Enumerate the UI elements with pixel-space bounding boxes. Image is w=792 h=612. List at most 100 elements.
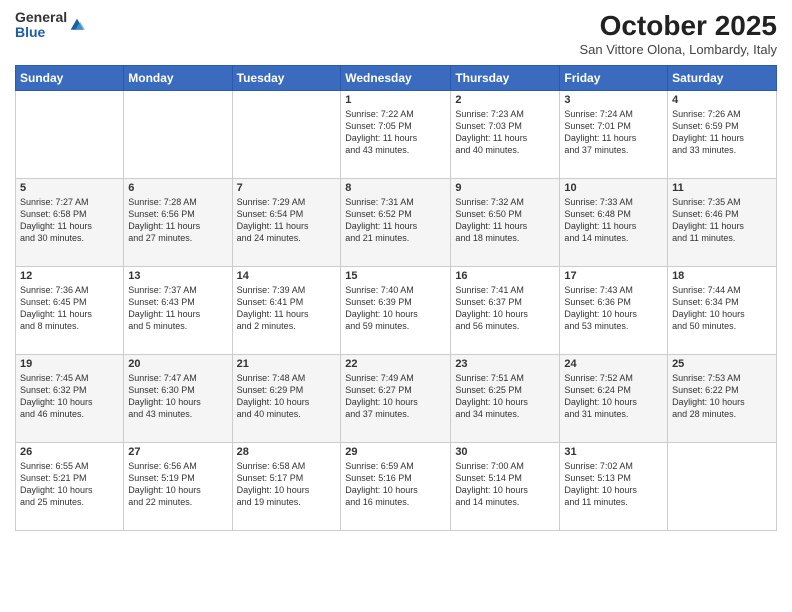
cell-content: Sunrise: 7:52 AM Sunset: 6:24 PM Dayligh… — [564, 372, 663, 421]
day-number: 2 — [455, 94, 555, 106]
cell-content: Sunrise: 7:24 AM Sunset: 7:01 PM Dayligh… — [564, 108, 663, 157]
cell-content: Sunrise: 7:53 AM Sunset: 6:22 PM Dayligh… — [672, 372, 772, 421]
cell-content: Sunrise: 7:40 AM Sunset: 6:39 PM Dayligh… — [345, 284, 446, 333]
col-tuesday: Tuesday — [232, 66, 341, 91]
col-sunday: Sunday — [16, 66, 124, 91]
cell-3-4: 15 Sunrise: 7:40 AM Sunset: 6:39 PM Dayli… — [341, 267, 451, 355]
day-number: 7 — [237, 182, 337, 194]
cell-content: Sunrise: 7:26 AM Sunset: 6:59 PM Dayligh… — [672, 108, 772, 157]
col-saturday: Saturday — [668, 66, 777, 91]
cell-3-5: 16 Sunrise: 7:41 AM Sunset: 6:37 PM Dayli… — [451, 267, 560, 355]
day-number: 14 — [237, 270, 337, 282]
cell-content: Sunrise: 7:36 AM Sunset: 6:45 PM Dayligh… — [20, 284, 119, 333]
day-number: 5 — [20, 182, 119, 194]
day-number: 13 — [128, 270, 227, 282]
cell-content: Sunrise: 7:47 AM Sunset: 6:30 PM Dayligh… — [128, 372, 227, 421]
day-number: 24 — [564, 358, 663, 370]
logo-icon — [69, 17, 85, 33]
logo: General Blue — [15, 10, 85, 41]
cell-1-4: 1Sunrise: 7:22 AM Sunset: 7:05 PM Daylig… — [341, 91, 451, 179]
day-number: 25 — [672, 358, 772, 370]
cell-2-6: 10Sunrise: 7:33 AM Sunset: 6:48 PM Dayli… — [560, 179, 668, 267]
cell-1-2 — [124, 91, 232, 179]
cell-3-2: 13Sunrise: 7:37 AM Sunset: 6:43 PM Dayli… — [124, 267, 232, 355]
cell-content: Sunrise: 7:22 AM Sunset: 7:05 PM Dayligh… — [345, 108, 446, 157]
page: General Blue October 2025 San Vittore Ol… — [0, 0, 792, 612]
cell-1-7: 4 Sunrise: 7:26 AM Sunset: 6:59 PM Daylig… — [668, 91, 777, 179]
day-number: 18 — [672, 270, 772, 282]
header-row: Sunday Monday Tuesday Wednesday Thursday… — [16, 66, 777, 91]
cell-content: Sunrise: 7:31 AM Sunset: 6:52 PM Dayligh… — [345, 196, 446, 245]
cell-3-1: 12 Sunrise: 7:36 AM Sunset: 6:45 PM Dayli… — [16, 267, 124, 355]
cell-2-4: 8Sunrise: 7:31 AM Sunset: 6:52 PM Daylig… — [341, 179, 451, 267]
day-number: 28 — [237, 446, 337, 458]
cell-content: Sunrise: 7:27 AM Sunset: 6:58 PM Dayligh… — [20, 196, 119, 245]
day-number: 21 — [237, 358, 337, 370]
cell-4-2: 20 Sunrise: 7:47 AM Sunset: 6:30 PM Dayli… — [124, 355, 232, 443]
day-number: 3 — [564, 94, 663, 106]
title-section: October 2025 San Vittore Olona, Lombardy… — [579, 10, 777, 57]
cell-content: Sunrise: 7:41 AM Sunset: 6:37 PM Dayligh… — [455, 284, 555, 333]
day-number: 16 — [455, 270, 555, 282]
cell-content: Sunrise: 7:23 AM Sunset: 7:03 PM Dayligh… — [455, 108, 555, 157]
cell-content: Sunrise: 7:43 AM Sunset: 6:36 PM Dayligh… — [564, 284, 663, 333]
col-wednesday: Wednesday — [341, 66, 451, 91]
day-number: 20 — [128, 358, 227, 370]
cell-4-1: 19 Sunrise: 7:45 AM Sunset: 6:32 PM Dayli… — [16, 355, 124, 443]
col-thursday: Thursday — [451, 66, 560, 91]
calendar-table: Sunday Monday Tuesday Wednesday Thursday… — [15, 65, 777, 531]
cell-content: Sunrise: 6:58 AM Sunset: 5:17 PM Dayligh… — [237, 460, 337, 509]
cell-1-1 — [16, 91, 124, 179]
day-number: 26 — [20, 446, 119, 458]
day-number: 4 — [672, 94, 772, 106]
cell-content: Sunrise: 7:45 AM Sunset: 6:32 PM Dayligh… — [20, 372, 119, 421]
logo-blue-text: Blue — [15, 25, 67, 40]
location: San Vittore Olona, Lombardy, Italy — [579, 42, 777, 57]
cell-content: Sunrise: 7:51 AM Sunset: 6:25 PM Dayligh… — [455, 372, 555, 421]
week-row-5: 26 Sunrise: 6:55 AM Sunset: 5:21 PM Dayli… — [16, 443, 777, 531]
col-monday: Monday — [124, 66, 232, 91]
cell-4-5: 23 Sunrise: 7:51 AM Sunset: 6:25 PM Dayli… — [451, 355, 560, 443]
week-row-1: 1Sunrise: 7:22 AM Sunset: 7:05 PM Daylig… — [16, 91, 777, 179]
cell-1-6: 3 Sunrise: 7:24 AM Sunset: 7:01 PM Daylig… — [560, 91, 668, 179]
cell-2-5: 9 Sunrise: 7:32 AM Sunset: 6:50 PM Daylig… — [451, 179, 560, 267]
month-title: October 2025 — [579, 10, 777, 42]
cell-content: Sunrise: 7:00 AM Sunset: 5:14 PM Dayligh… — [455, 460, 555, 509]
cell-content: Sunrise: 6:55 AM Sunset: 5:21 PM Dayligh… — [20, 460, 119, 509]
cell-content: Sunrise: 7:32 AM Sunset: 6:50 PM Dayligh… — [455, 196, 555, 245]
week-row-4: 19 Sunrise: 7:45 AM Sunset: 6:32 PM Dayli… — [16, 355, 777, 443]
cell-content: Sunrise: 7:49 AM Sunset: 6:27 PM Dayligh… — [345, 372, 446, 421]
cell-2-2: 6Sunrise: 7:28 AM Sunset: 6:56 PM Daylig… — [124, 179, 232, 267]
cell-5-4: 29 Sunrise: 6:59 AM Sunset: 5:16 PM Dayli… — [341, 443, 451, 531]
day-number: 12 — [20, 270, 119, 282]
cell-content: Sunrise: 7:28 AM Sunset: 6:56 PM Dayligh… — [128, 196, 227, 245]
day-number: 27 — [128, 446, 227, 458]
cell-3-3: 14 Sunrise: 7:39 AM Sunset: 6:41 PM Dayli… — [232, 267, 341, 355]
cell-5-3: 28 Sunrise: 6:58 AM Sunset: 5:17 PM Dayli… — [232, 443, 341, 531]
cell-content: Sunrise: 6:59 AM Sunset: 5:16 PM Dayligh… — [345, 460, 446, 509]
day-number: 17 — [564, 270, 663, 282]
day-number: 22 — [345, 358, 446, 370]
day-number: 30 — [455, 446, 555, 458]
cell-5-1: 26 Sunrise: 6:55 AM Sunset: 5:21 PM Dayli… — [16, 443, 124, 531]
cell-4-4: 22 Sunrise: 7:49 AM Sunset: 6:27 PM Dayli… — [341, 355, 451, 443]
day-number: 19 — [20, 358, 119, 370]
cell-5-2: 27Sunrise: 6:56 AM Sunset: 5:19 PM Dayli… — [124, 443, 232, 531]
day-number: 9 — [455, 182, 555, 194]
cell-1-3 — [232, 91, 341, 179]
day-number: 11 — [672, 182, 772, 194]
cell-content: Sunrise: 7:29 AM Sunset: 6:54 PM Dayligh… — [237, 196, 337, 245]
cell-content: Sunrise: 7:39 AM Sunset: 6:41 PM Dayligh… — [237, 284, 337, 333]
day-number: 23 — [455, 358, 555, 370]
cell-5-5: 30 Sunrise: 7:00 AM Sunset: 5:14 PM Dayli… — [451, 443, 560, 531]
day-number: 15 — [345, 270, 446, 282]
week-row-2: 5 Sunrise: 7:27 AM Sunset: 6:58 PM Daylig… — [16, 179, 777, 267]
cell-content: Sunrise: 7:48 AM Sunset: 6:29 PM Dayligh… — [237, 372, 337, 421]
cell-content: Sunrise: 7:33 AM Sunset: 6:48 PM Dayligh… — [564, 196, 663, 245]
logo-general-text: General — [15, 10, 67, 25]
cell-5-7 — [668, 443, 777, 531]
cell-4-6: 24 Sunrise: 7:52 AM Sunset: 6:24 PM Dayli… — [560, 355, 668, 443]
day-number: 29 — [345, 446, 446, 458]
cell-4-3: 21 Sunrise: 7:48 AM Sunset: 6:29 PM Dayli… — [232, 355, 341, 443]
col-friday: Friday — [560, 66, 668, 91]
